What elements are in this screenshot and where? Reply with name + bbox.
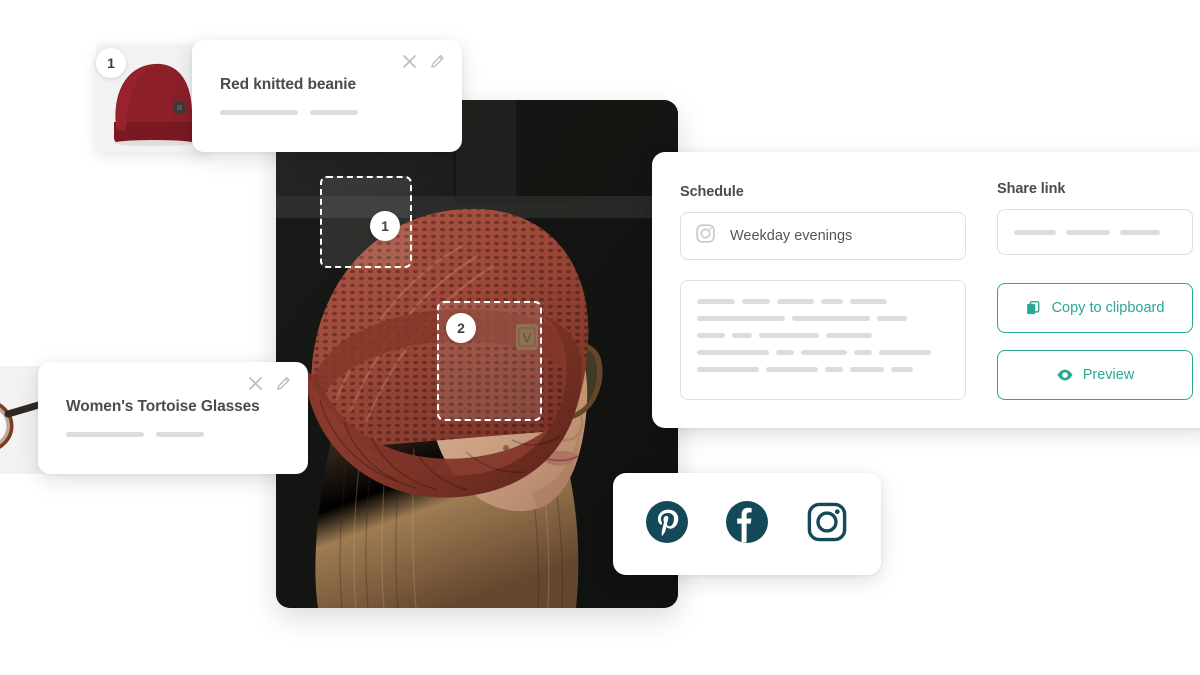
eye-icon — [1056, 366, 1074, 384]
skeleton-row — [697, 350, 949, 355]
hotspot-badge-1[interactable]: 1 — [370, 211, 400, 241]
instagram-icon[interactable] — [805, 500, 849, 549]
skeleton-line — [1014, 229, 1056, 235]
product-card-actions — [246, 374, 292, 392]
copy-to-clipboard-button[interactable]: Copy to clipboard — [997, 283, 1193, 333]
product-badge-1: 1 — [96, 48, 126, 78]
product-card-title: Women's Tortoise Glasses — [66, 398, 260, 415]
skeleton-row — [697, 367, 949, 372]
pencil-icon[interactable] — [428, 52, 446, 70]
share-link-input[interactable] — [997, 209, 1193, 255]
skeleton-line — [156, 432, 204, 437]
instagram-icon — [695, 223, 716, 249]
product-card-meta — [66, 432, 204, 437]
share-link-section-label: Share link — [997, 181, 1066, 197]
skeleton-line — [66, 432, 144, 437]
pencil-icon[interactable] — [274, 374, 292, 392]
product-card-actions — [400, 52, 446, 70]
schedule-select[interactable]: Weekday evenings — [680, 212, 966, 260]
copy-to-clipboard-label: Copy to clipboard — [1051, 300, 1165, 316]
product-card-meta — [220, 110, 358, 115]
caption-textarea[interactable] — [680, 280, 966, 400]
social-share-panel — [613, 473, 881, 575]
close-icon[interactable] — [400, 52, 418, 70]
close-icon[interactable] — [246, 374, 264, 392]
product-card-beanie[interactable]: Red knitted beanie — [192, 40, 462, 152]
hotspot-badge-2[interactable]: 2 — [446, 313, 476, 343]
schedule-select-value: Weekday evenings — [730, 228, 853, 244]
skeleton-line — [220, 110, 298, 115]
schedule-section-label: Schedule — [680, 184, 744, 200]
skeleton-row — [697, 333, 949, 338]
copy-icon — [1026, 300, 1043, 317]
skeleton-line — [1066, 229, 1110, 235]
facebook-icon[interactable] — [725, 500, 769, 549]
skeleton-line — [310, 110, 358, 115]
pinterest-icon[interactable] — [645, 500, 689, 549]
schedule-share-panel: Schedule Share link Weekday evenings Cop… — [652, 152, 1200, 428]
preview-label: Preview — [1082, 367, 1135, 383]
product-card-glasses[interactable]: Women's Tortoise Glasses — [38, 362, 308, 474]
shoppable-post-composer: 1 2 Red knitted beanie 1 Women's Tortois… — [0, 0, 1200, 675]
skeleton-row — [697, 316, 949, 321]
skeleton-row — [697, 299, 949, 304]
product-card-title: Red knitted beanie — [220, 76, 357, 93]
skeleton-line — [1120, 229, 1160, 235]
preview-button[interactable]: Preview — [997, 350, 1193, 400]
